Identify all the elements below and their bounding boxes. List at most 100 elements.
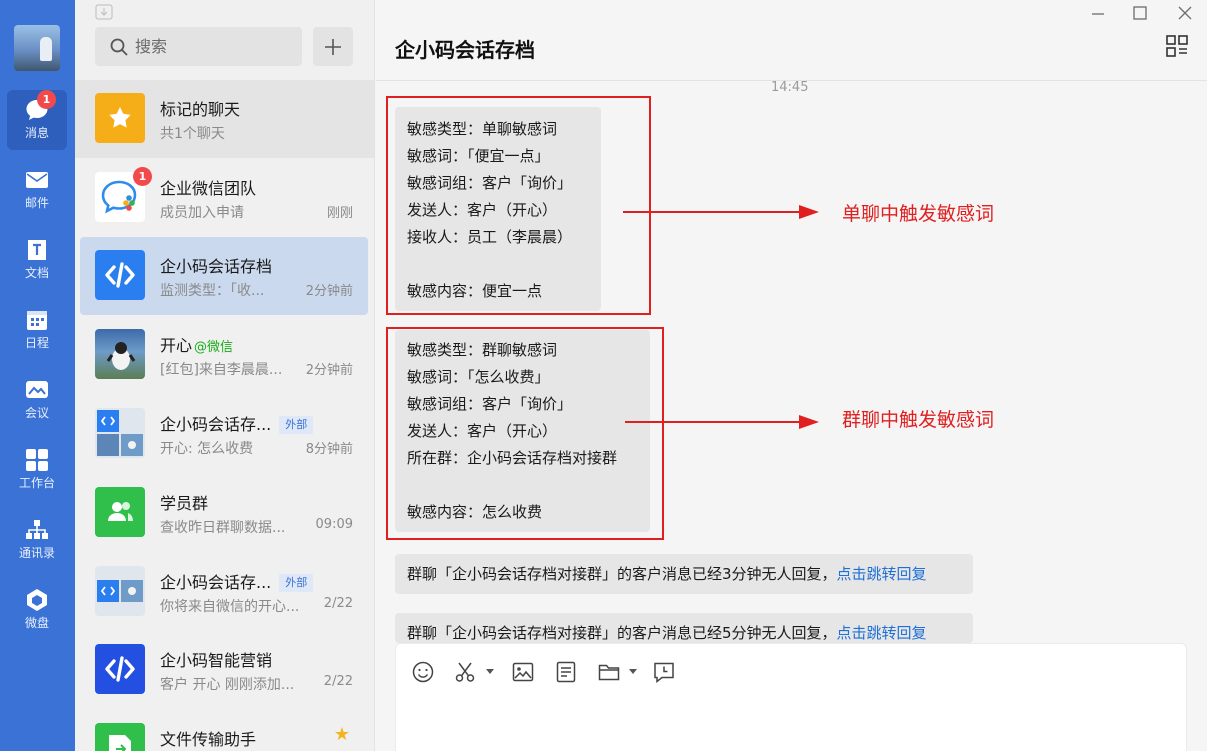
message-composer[interactable] xyxy=(395,643,1187,751)
chevron-down-icon[interactable] xyxy=(629,669,637,674)
nav-workbench[interactable]: 工作台 xyxy=(7,440,67,500)
chat-preview: 共1个聊天 xyxy=(160,126,225,142)
chat-item-external-group-2[interactable]: 企小码会话存... 外部 你将来自微信的开心... 2/22 xyxy=(80,553,368,631)
add-button[interactable] xyxy=(313,27,353,66)
nav-label: 消息 xyxy=(24,126,49,140)
nav-contacts[interactable]: 通讯录 xyxy=(7,510,67,570)
chat-time: 2分钟前 xyxy=(305,363,353,378)
grid-menu-icon[interactable] xyxy=(1166,35,1188,57)
nav-drive[interactable]: 微盘 xyxy=(7,580,67,640)
external-tag: 外部 xyxy=(279,416,314,434)
chevron-down-icon[interactable] xyxy=(486,669,494,674)
system-notice: 群聊「企小码会话存档对接群」的客户消息已经3分钟无人回复，点击跳转回复 xyxy=(395,554,973,594)
chat-preview: 查收昨日群聊数据... xyxy=(160,520,286,536)
wechat-tag: @微信 xyxy=(194,340,234,355)
chat-time: 09:09 xyxy=(315,517,353,532)
chat-item-kaixin[interactable]: 开心 @微信 [红包]来自李晨晨... 2分钟前 xyxy=(80,316,368,394)
nav-label: 日程 xyxy=(24,336,49,350)
close-icon[interactable] xyxy=(1170,2,1200,24)
chat-item-student-group[interactable]: 学员群 查收昨日群聊数据... 09:09 xyxy=(80,474,368,552)
my-avatar[interactable] xyxy=(14,25,60,71)
nav-label: 微盘 xyxy=(24,616,49,630)
group-people-icon xyxy=(95,487,145,537)
chat-time: 2/22 xyxy=(323,596,353,611)
nav-messages[interactable]: 消息 1 xyxy=(7,90,67,150)
chat-preview: 成员加入申请 xyxy=(160,205,244,221)
highlight-box xyxy=(386,96,651,315)
chat-item-external-group[interactable]: 企小码会话存... 外部 开心: 怎么收费 8分钟前 xyxy=(80,395,368,473)
chat-time: 2/22 xyxy=(323,674,353,689)
page-title: 企小码会话存档 xyxy=(395,38,535,62)
reply-link[interactable]: 点击跳转回复 xyxy=(837,624,927,642)
chat-name: 开心 @微信 xyxy=(160,336,234,355)
chat-list-panel: 标记的聊天 共1个聊天 1 企业微信团队 成员加入申请 刚刚 企小码会话存档 监… xyxy=(75,0,375,751)
nav-calendar[interactable]: 日程 xyxy=(7,300,67,360)
emoji-icon[interactable] xyxy=(411,660,435,684)
nav-label: 邮件 xyxy=(24,196,49,210)
chat-item-file-transfer[interactable]: 文件传输助手 ★ xyxy=(80,710,368,751)
conversation-panel: 企小码会话存档 14:45 敏感类型：单聊敏感词 敏感词：「便宜一点」 敏感词组… xyxy=(376,0,1207,751)
arrow-icon xyxy=(625,415,819,429)
nav-label: 会议 xyxy=(24,406,49,420)
plus-icon xyxy=(325,39,341,55)
unread-badge: 1 xyxy=(37,90,56,109)
chat-preview: 监测类型：「收... xyxy=(160,283,265,299)
nav-label: 文档 xyxy=(24,266,49,280)
mail-icon xyxy=(26,172,48,188)
group-avatar xyxy=(95,408,145,458)
system-notice: 群聊「企小码会话存档对接群」的客户消息已经5分钟无人回复，点击跳转回复 xyxy=(395,613,973,643)
chat-preview: [红包]来自李晨晨... xyxy=(160,362,283,378)
search-box[interactable] xyxy=(95,27,302,66)
chat-item-session-archive[interactable]: 企小码会话存档 监测类型：「收... 2分钟前 xyxy=(80,237,368,315)
notice-text: 群聊「企小码会话存档对接群」的客户消息已经3分钟无人回复， xyxy=(407,565,837,583)
document-icon xyxy=(28,240,46,260)
message-timestamp: 14:45 xyxy=(771,80,809,95)
chat-name: 企小码会话存... 外部 xyxy=(160,569,314,593)
maximize-icon[interactable] xyxy=(1125,2,1155,24)
unread-badge: 1 xyxy=(133,167,152,186)
chat-preview: 你将来自微信的开心... xyxy=(160,599,300,615)
chat-name: 企业微信团队 xyxy=(160,179,257,198)
minimize-icon[interactable] xyxy=(1083,2,1113,24)
reply-link[interactable]: 点击跳转回复 xyxy=(837,565,927,583)
chat-item-smart-marketing[interactable]: 企小码智能营销 客户 开心 刚刚添加... 2/22 xyxy=(80,631,368,709)
code-logo-icon xyxy=(95,644,145,694)
download-icon[interactable] xyxy=(95,4,113,20)
star-icon xyxy=(95,93,145,143)
calendar-icon xyxy=(27,311,47,330)
chat-name: 文件传输助手 xyxy=(160,730,257,749)
notice-text: 群聊「企小码会话存档对接群」的客户消息已经5分钟无人回复， xyxy=(407,624,837,642)
group-avatar xyxy=(95,566,145,616)
nav-docs[interactable]: 文档 xyxy=(7,230,67,290)
annotation-label: 单聊中触发敏感词 xyxy=(842,203,995,225)
chat-time: 8分钟前 xyxy=(305,442,353,457)
chat-item-marked[interactable]: 标记的聊天 共1个聊天 xyxy=(75,80,374,158)
schedule-message-icon[interactable] xyxy=(652,660,676,684)
screenshot-scissors-icon[interactable] xyxy=(453,660,477,684)
code-logo-icon xyxy=(95,250,145,300)
image-icon[interactable] xyxy=(511,660,535,684)
nav-mail[interactable]: 邮件 xyxy=(7,160,67,220)
nav-meeting[interactable]: 会议 xyxy=(7,370,67,430)
meeting-icon xyxy=(26,381,48,398)
nav-label: 工作台 xyxy=(18,476,55,490)
star-icon: ★ xyxy=(333,724,350,745)
nav-label: 通讯录 xyxy=(18,546,55,560)
contacts-icon xyxy=(26,520,48,539)
highlight-box xyxy=(386,327,664,540)
chat-item-wecom-team[interactable]: 1 企业微信团队 成员加入申请 刚刚 xyxy=(80,159,368,237)
annotation-label: 群聊中触发敏感词 xyxy=(842,409,995,431)
chat-time: 2分钟前 xyxy=(305,284,353,299)
search-input[interactable] xyxy=(135,35,295,58)
chat-name: 企小码智能营销 xyxy=(160,651,273,670)
chat-name: 学员群 xyxy=(160,494,209,513)
folder-icon[interactable] xyxy=(597,660,621,684)
search-icon xyxy=(110,38,128,56)
file-transfer-icon xyxy=(95,723,145,751)
chat-preview: 客户 开心 刚刚添加... xyxy=(160,677,295,693)
workbench-icon xyxy=(26,449,48,471)
notes-icon[interactable] xyxy=(554,660,578,684)
contact-avatar xyxy=(95,329,145,379)
chat-name: 标记的聊天 xyxy=(160,100,241,119)
chat-time: 刚刚 xyxy=(326,206,353,221)
